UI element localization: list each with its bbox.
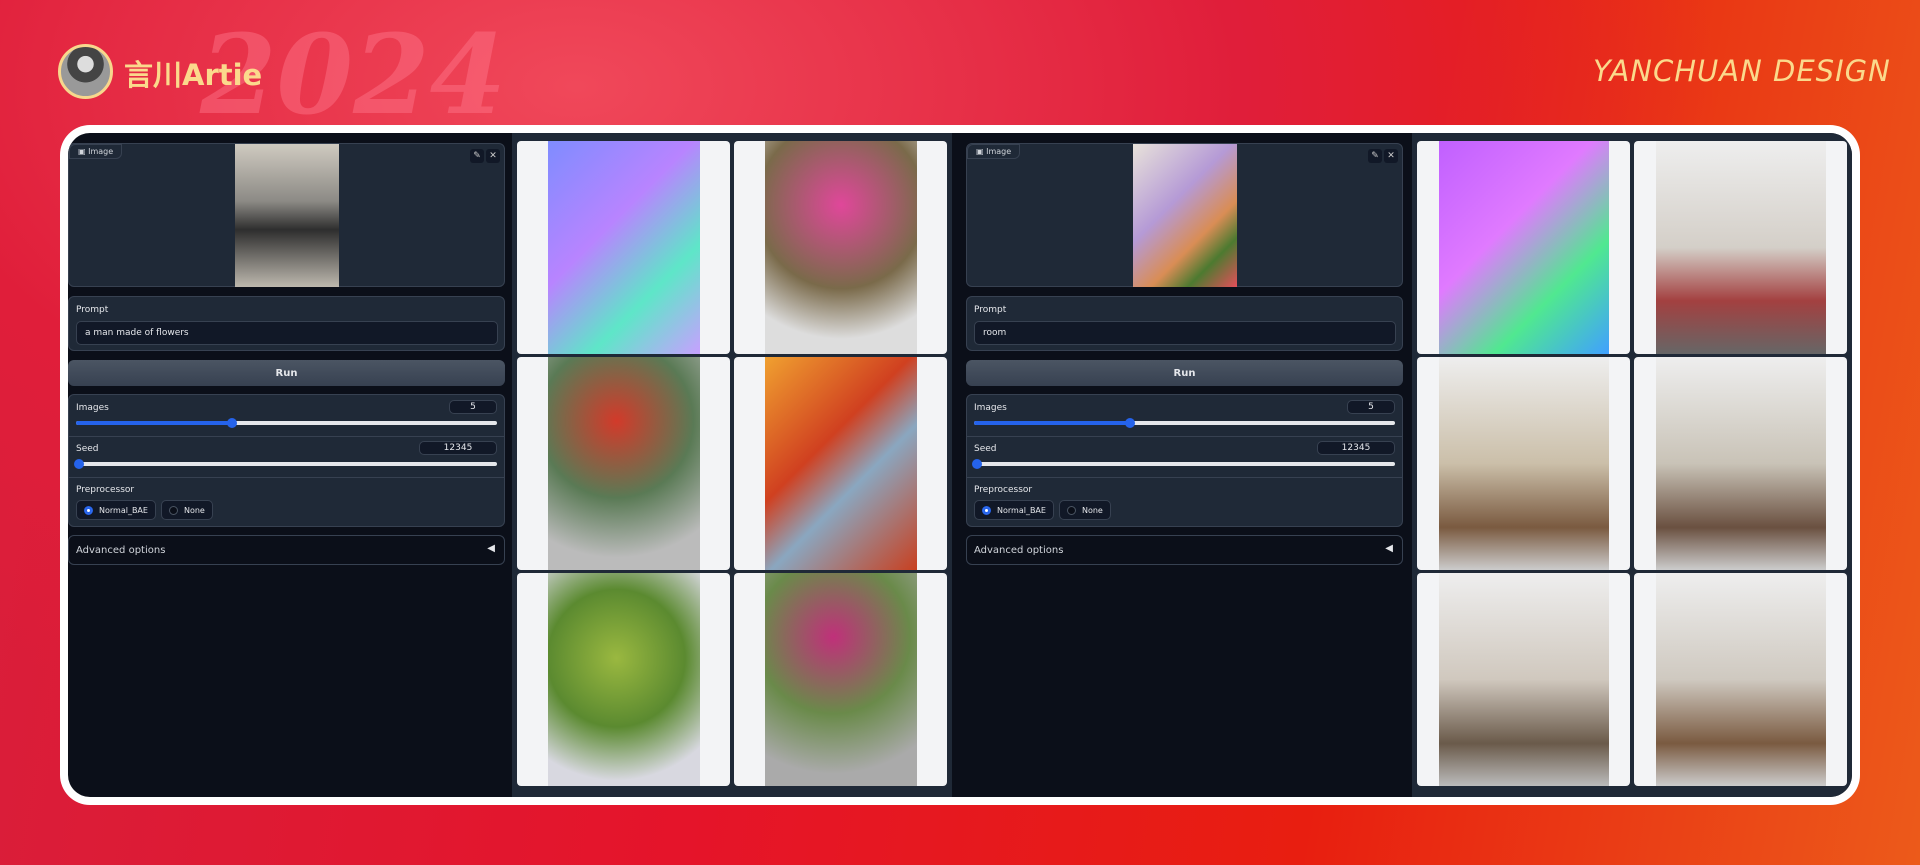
generated-image xyxy=(1655,573,1826,786)
prompt-input[interactable]: a man made of flowers xyxy=(76,321,498,345)
seed-label: Seed xyxy=(974,444,997,454)
close-icon[interactable]: ✕ xyxy=(486,149,500,163)
triangle-left-icon: ◀ xyxy=(1385,543,1393,554)
gallery-image[interactable] xyxy=(517,357,730,570)
seed-number-input[interactable]: 12345 xyxy=(1317,441,1395,455)
images-label: Images xyxy=(76,403,109,413)
app-frame: ▣ Image ✎ ✕ Prompt a man made of flowers… xyxy=(60,125,1860,805)
radio-label: None xyxy=(183,505,205,515)
generated-image xyxy=(1655,141,1826,354)
image-label: ▣ Image xyxy=(967,144,1021,159)
radio-dot xyxy=(982,505,991,515)
radio-label: None xyxy=(1081,505,1103,515)
gallery-image[interactable] xyxy=(1417,573,1630,786)
right-control-panel: ▣ Image ✎ ✕ Prompt room Run Images 5 See… xyxy=(966,133,1403,797)
brand-name: 言川Artie xyxy=(124,58,263,92)
gallery-image[interactable] xyxy=(1417,141,1630,354)
radio-normal-bae[interactable]: Normal_BAE xyxy=(974,500,1054,520)
gallery-image[interactable] xyxy=(1417,357,1630,570)
generated-image xyxy=(1438,357,1609,570)
input-image xyxy=(235,144,339,287)
divider xyxy=(69,436,504,437)
seed-number-input[interactable]: 12345 xyxy=(419,441,497,455)
radio-dot xyxy=(168,505,178,515)
run-button[interactable]: Run xyxy=(966,360,1403,386)
advanced-options-accordion[interactable]: Advanced options ◀ xyxy=(68,535,505,565)
radio-label: Normal_BAE xyxy=(997,505,1046,515)
gallery-image[interactable] xyxy=(734,573,947,786)
prompt-label: Prompt xyxy=(974,305,1007,315)
generated-image xyxy=(547,573,700,786)
radio-dot xyxy=(84,505,93,515)
generated-image xyxy=(764,573,917,786)
preprocessor-radio-group: Normal_BAE None xyxy=(76,500,213,520)
right-output-gallery xyxy=(1412,133,1852,797)
gallery-image[interactable] xyxy=(1634,573,1847,786)
gallery-image[interactable] xyxy=(517,141,730,354)
image-label-text: Image xyxy=(986,147,1012,156)
prompt-label: Prompt xyxy=(76,305,109,315)
settings-block: Images 5 Seed 12345 Preprocessor Normal_… xyxy=(966,394,1403,527)
left-control-panel: ▣ Image ✎ ✕ Prompt a man made of flowers… xyxy=(68,133,505,797)
radio-dot xyxy=(1066,505,1076,515)
advanced-options-accordion[interactable]: Advanced options ◀ xyxy=(966,535,1403,565)
triangle-left-icon: ◀ xyxy=(487,543,495,554)
advanced-options-label: Advanced options xyxy=(76,545,166,556)
divider xyxy=(967,436,1402,437)
avatar xyxy=(58,44,113,99)
input-image-box[interactable]: ▣ Image ✎ ✕ xyxy=(68,143,505,287)
generated-image xyxy=(547,141,700,354)
brand-design: YANCHUAN DESIGN xyxy=(1593,54,1891,88)
input-image-box[interactable]: ▣ Image ✎ ✕ xyxy=(966,143,1403,287)
seed-slider[interactable] xyxy=(74,459,497,469)
seed-slider[interactable] xyxy=(972,459,1395,469)
slider-handle[interactable] xyxy=(226,418,237,428)
divider xyxy=(967,477,1402,478)
radio-none[interactable]: None xyxy=(1058,500,1111,520)
generated-image xyxy=(1438,573,1609,786)
app-window: ▣ Image ✎ ✕ Prompt a man made of flowers… xyxy=(68,133,1852,797)
gallery-image[interactable] xyxy=(734,357,947,570)
radio-normal-bae[interactable]: Normal_BAE xyxy=(76,500,156,520)
gallery-image[interactable] xyxy=(1634,141,1847,354)
close-icon[interactable]: ✕ xyxy=(1384,149,1398,163)
generated-image xyxy=(764,141,917,354)
images-slider[interactable] xyxy=(76,418,497,428)
settings-block: Images 5 Seed 12345 Preprocessor Normal_… xyxy=(68,394,505,527)
seed-label: Seed xyxy=(76,444,99,454)
gallery-image[interactable] xyxy=(734,141,947,354)
generated-image xyxy=(1655,357,1826,570)
preprocessor-label: Preprocessor xyxy=(974,485,1033,495)
images-label: Images xyxy=(974,403,1007,413)
radio-label: Normal_BAE xyxy=(99,505,148,515)
preprocessor-radio-group: Normal_BAE None xyxy=(974,500,1111,520)
pencil-icon[interactable]: ✎ xyxy=(1368,149,1382,163)
images-slider[interactable] xyxy=(974,418,1395,428)
image-label: ▣ Image xyxy=(69,144,123,159)
images-number-input[interactable]: 5 xyxy=(449,400,497,414)
divider xyxy=(69,477,504,478)
images-number-input[interactable]: 5 xyxy=(1347,400,1395,414)
image-label-text: Image xyxy=(88,147,114,156)
radio-none[interactable]: None xyxy=(160,500,213,520)
slider-handle[interactable] xyxy=(74,459,84,469)
prompt-block: Prompt a man made of flowers xyxy=(68,296,505,351)
input-image xyxy=(1133,144,1237,287)
advanced-options-label: Advanced options xyxy=(974,545,1064,556)
run-button[interactable]: Run xyxy=(68,360,505,386)
generated-image xyxy=(547,357,700,570)
generated-image xyxy=(1438,141,1609,354)
gallery-image[interactable] xyxy=(517,573,730,786)
slider-handle[interactable] xyxy=(1124,418,1135,428)
prompt-input[interactable]: room xyxy=(974,321,1396,345)
generated-image xyxy=(764,357,917,570)
left-output-gallery xyxy=(512,133,952,797)
slider-handle[interactable] xyxy=(972,459,982,469)
pencil-icon[interactable]: ✎ xyxy=(470,149,484,163)
preprocessor-label: Preprocessor xyxy=(76,485,135,495)
prompt-block: Prompt room xyxy=(966,296,1403,351)
gallery-image[interactable] xyxy=(1634,357,1847,570)
